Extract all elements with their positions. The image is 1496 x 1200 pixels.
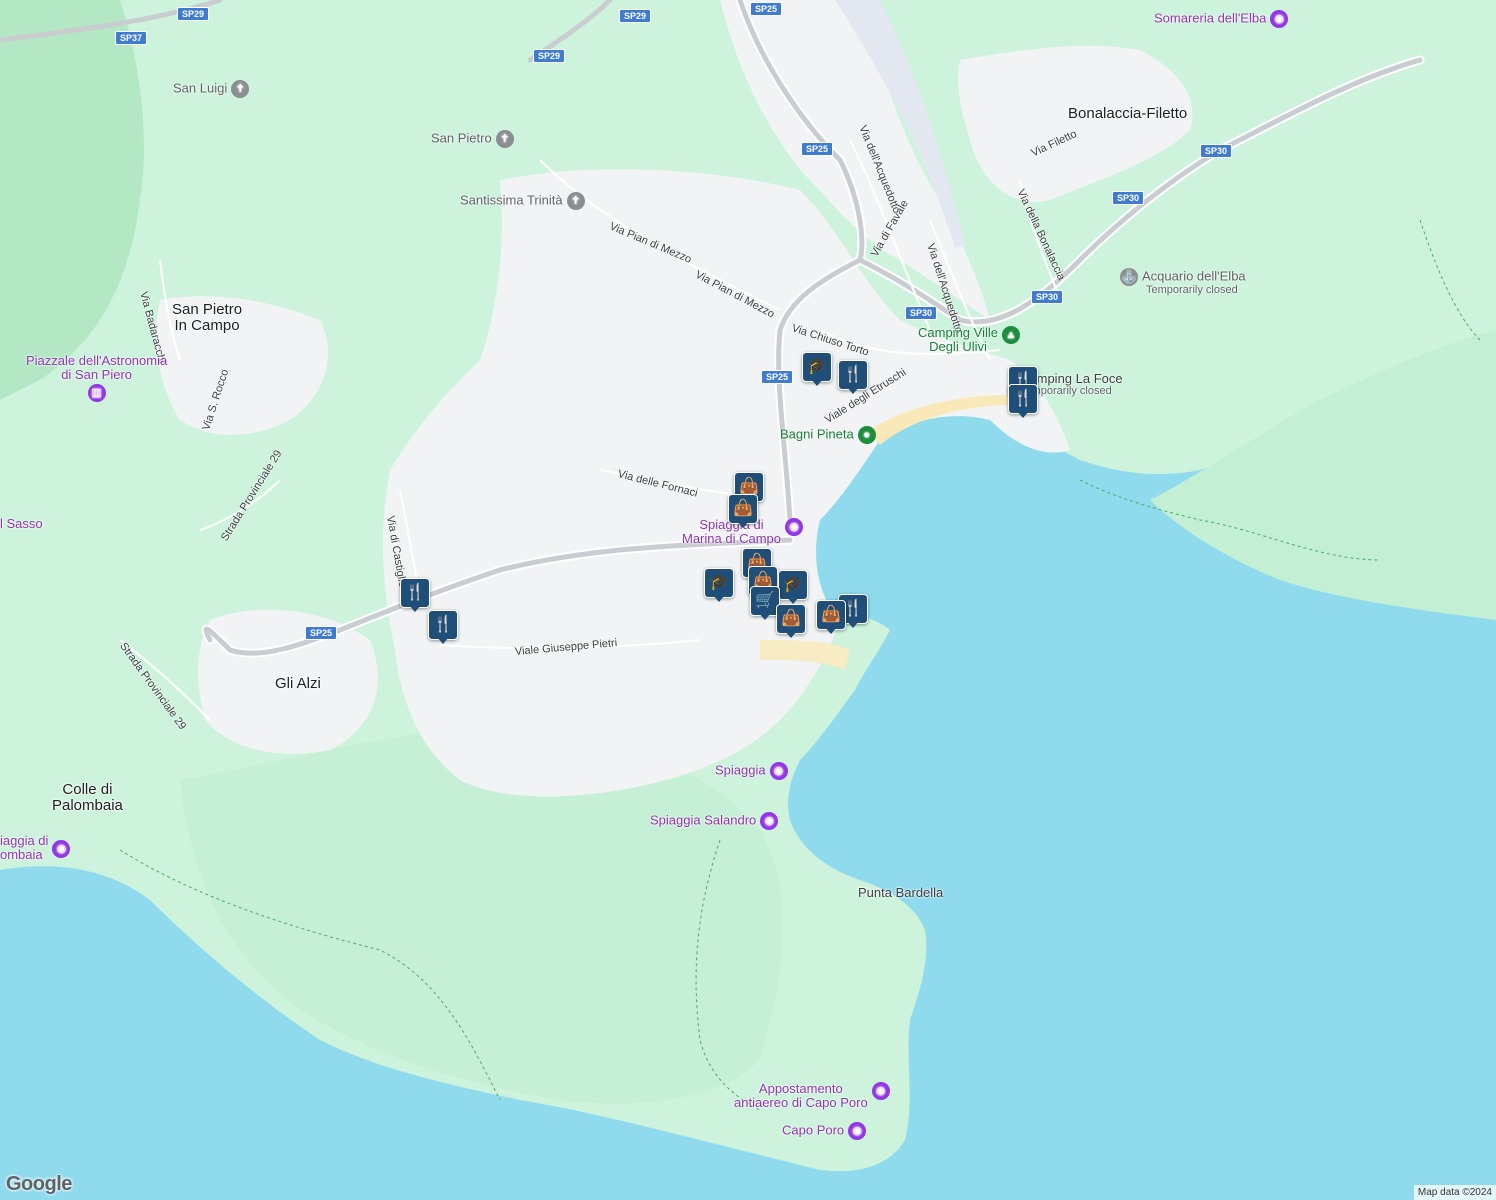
route-shield: SP29 — [533, 49, 566, 63]
town-label: l Sasso — [0, 516, 43, 531]
poi-label: Piazzale dell'Astronomia di San Piero — [26, 353, 168, 382]
poi-punta: Punta Bardella — [858, 886, 943, 900]
map-marker-restaurant[interactable]: 🍴 — [400, 578, 430, 612]
camera-icon: ◉ — [1270, 10, 1289, 28]
poi-label: San Pietro — [431, 130, 492, 146]
camping-icon: ▲ — [1001, 326, 1020, 344]
poi-label: Bagni Pineta — [780, 426, 854, 442]
map-base — [0, 0, 1496, 1172]
route-shield: SP30 — [1200, 144, 1233, 158]
poi-label: San Luigi — [173, 80, 228, 96]
map-attribution[interactable]: Map data ©2024 — [1413, 1185, 1496, 1200]
camera-icon: ◉ — [871, 1082, 890, 1100]
map-marker-school[interactable]: 🎓 — [778, 570, 808, 604]
poi-salandro[interactable]: Spiaggia Salandro ◉ — [650, 812, 779, 830]
route-shield: SP37 — [115, 31, 148, 45]
poi-capo-poro[interactable]: Capo Poro ◉ — [782, 1122, 867, 1140]
google-logo: Google — [6, 1173, 72, 1195]
map-marker-restaurant[interactable]: 🍴 — [838, 360, 868, 394]
place-icon: ● — [857, 426, 876, 444]
map-marker-restaurant[interactable]: 🍴 — [428, 610, 458, 644]
church-icon: ✝ — [566, 192, 585, 210]
town-label: Gli Alzi — [275, 675, 321, 692]
town-label: Bonalaccia-Filetto — [1068, 105, 1188, 122]
camera-icon: ◉ — [52, 840, 71, 858]
town-label: San Pietro In Campo — [172, 301, 243, 334]
poi-somareria[interactable]: Somareria dell'Elba ◉ — [1154, 10, 1289, 28]
poi-appostamento[interactable]: Appostamento antiaereo di Capo Poro◉ — [734, 1082, 890, 1110]
poi-label: Spiaggia — [715, 762, 766, 778]
town-label: Colle di Palombaia — [52, 781, 123, 814]
camera-icon: ◉ — [769, 762, 788, 780]
route-shield: SP30 — [905, 306, 938, 320]
poi-label: Appostamento antiaereo di Capo Poro — [734, 1081, 868, 1110]
route-shield: SP25 — [761, 370, 794, 384]
route-shield: SP25 — [801, 142, 834, 156]
poi-label: Camping Ville Degli Ulivi — [918, 325, 998, 354]
map-canvas[interactable]: SP29 SP29 SP29 SP37 SP25 SP25 SP25 SP25 … — [0, 0, 1496, 1200]
aquarium-icon: ⚓ — [1120, 268, 1138, 286]
route-shield: SP29 — [619, 9, 652, 23]
route-shield: SP25 — [750, 2, 783, 16]
museum-icon: ▥ — [87, 384, 106, 402]
route-shield: SP25 — [305, 626, 338, 640]
poi-status: Temporarily closed — [1146, 284, 1238, 296]
map-marker-shopping[interactable]: 👜 — [776, 604, 806, 638]
poi-label: Acquario dell'Elba — [1142, 268, 1246, 284]
poi-label: Capo Poro — [782, 1122, 845, 1138]
poi-label: Punta Bardella — [858, 885, 944, 900]
church-icon: ✝ — [495, 130, 514, 148]
poi-label: Spiaggia Salandro — [650, 812, 757, 828]
map-marker-shopping[interactable]: 👜 — [728, 494, 758, 528]
poi-label: Santissima Trinità — [460, 192, 563, 208]
route-shield: SP30 — [1031, 290, 1064, 304]
poi-label: iaggia di ombaia — [0, 833, 49, 862]
poi-acquario[interactable]: ⚓ Acquario dell'Elba Temporarily closed — [1120, 268, 1246, 297]
poi-palombaia[interactable]: iaggia di ombaia ◉ — [0, 833, 71, 862]
camera-icon: ◉ — [848, 1122, 867, 1140]
poi-san-luigi[interactable]: San Luigi ✝ — [173, 80, 250, 98]
map-marker-shopping[interactable]: 👜 — [816, 600, 846, 634]
poi-label: Somareria dell'Elba — [1154, 10, 1267, 26]
camera-icon: ◉ — [760, 812, 779, 830]
map-marker-school[interactable]: 🎓 — [704, 568, 734, 602]
church-icon: ✝ — [231, 80, 250, 98]
poi-trinita[interactable]: Santissima Trinità ✝ — [460, 192, 585, 210]
poi-san-pietro[interactable]: San Pietro ✝ — [431, 130, 514, 148]
route-shield: SP29 — [177, 7, 210, 21]
map-marker-restaurant[interactable]: 🍴 — [1008, 384, 1038, 418]
poi-bagni[interactable]: Bagni Pineta ● — [780, 426, 876, 444]
map-marker-school[interactable]: 🎓 — [802, 352, 832, 386]
route-shield: SP30 — [1112, 191, 1145, 205]
poi-camping-ulivi[interactable]: Camping Ville Degli Ulivi▲ — [918, 326, 1020, 354]
camera-icon: ◉ — [785, 518, 803, 536]
poi-piazzale[interactable]: Piazzale dell'Astronomia di San Piero ▥ — [26, 354, 167, 402]
poi-spiaggia[interactable]: Spiaggia ◉ — [715, 762, 788, 780]
